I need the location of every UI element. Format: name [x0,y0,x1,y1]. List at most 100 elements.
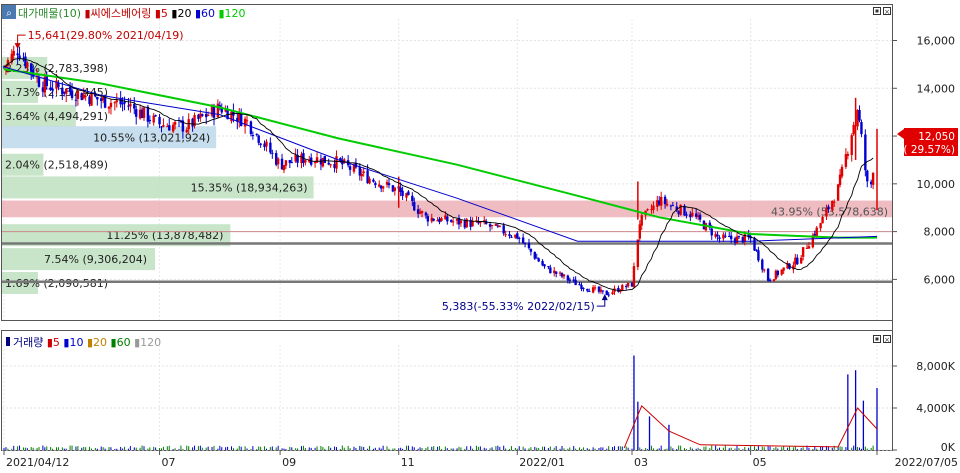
volume-profile-label: 3.64% (4,494,291) [5,110,108,123]
candle-body [844,154,848,167]
legend-item-4: ▮60 [107,336,131,349]
price-tick-label: 16,000 [917,35,956,48]
candle-body [549,267,552,274]
candle-body [123,101,126,104]
candle-body [607,294,610,296]
candle-body [605,290,608,296]
candle-body [671,205,675,207]
candle-body [582,288,585,290]
candle-body [451,221,455,223]
candle-body [763,269,766,271]
candle-body [819,223,822,229]
candle-body [154,115,157,117]
candle-body [646,209,649,211]
candle-body [632,266,636,288]
candle-body [323,155,327,163]
candle-body [37,77,41,87]
candle-body [142,107,146,118]
candle-body [691,212,694,217]
candle-body [498,225,502,227]
candle-body [393,187,397,191]
candle-body [327,162,330,165]
candle-body [566,275,570,281]
candle-body [801,247,805,257]
candle-body [586,288,589,291]
x-tick-label: 2022/01 [519,456,565,469]
candle-body [768,279,772,281]
volume-legend: 거래량 ▮5 ▮10 ▮20 ▮60 ▮120 [6,336,161,349]
candle-body [518,237,521,239]
candle-body [271,152,274,154]
volume-profile-label: 15.35% (18,934,263) [191,181,308,194]
candle-body [187,119,190,130]
minimize-icon-inner [875,337,879,341]
candle-body [90,92,93,106]
candle-body [411,195,414,202]
candle-body [329,164,332,166]
candle-body [588,290,591,292]
candle-body [146,106,150,122]
candle-body [479,222,482,224]
price-tick-label: 8,000 [924,226,956,239]
high-annotation-label: 15,641(29.80% 2021/04/19) [28,29,184,42]
candle-body [638,224,641,239]
candle-body [282,165,286,171]
candle-body [446,216,449,222]
candle-body [510,236,513,238]
candle-body [276,158,280,165]
candle-body [158,116,161,125]
candle-body [315,157,319,163]
candle-body [160,126,163,128]
candle-body [665,203,669,206]
candle-body [440,218,443,222]
low-annotation-label: 5,383(-55.33% 2022/02/15) [442,300,595,313]
volume-profile-label: 2.23% (2,783,398) [5,62,108,75]
candle-body [135,109,138,117]
x-tick-label: 07 [162,456,176,469]
candle-body [659,196,663,206]
candle-body [840,166,844,177]
candle-body [593,287,597,289]
volume-profile-label: 7.54% (9,306,204) [44,253,147,266]
candle-body [850,135,853,155]
candle-body [265,141,268,147]
candle-body [574,279,577,286]
candle-body [516,233,519,239]
candle-body [527,242,531,249]
candle-body [537,258,540,262]
chart-svg: ⌕ 대가매물(10) ▮씨에스베어링 ▮5 ▮20 ▮60 ▮120 × 거래량… [1,4,958,469]
candle-body [76,90,80,99]
candle-body [162,125,165,127]
candle-body [148,119,152,122]
candle-body [710,228,713,236]
legend-item-3: ▮20 [83,336,107,349]
candle-body [290,162,293,164]
price-tick-label: 10,000 [917,178,956,191]
candle-body [26,62,29,68]
candle-body [502,225,505,234]
candle-body [836,184,840,201]
candle-body [753,237,756,251]
candle-body [206,114,210,116]
candle-body [362,171,365,173]
price-legend: ⌕ 대가매물(10) ▮씨에스베어링 ▮5 ▮20 ▮60 ▮120 [2,5,246,20]
candle-body [663,196,667,205]
candle-body [269,142,272,153]
candle-body [776,270,780,275]
candle-body [368,178,371,184]
candle-body [698,214,702,220]
candle-body [65,88,68,94]
x-axis: 2021/04/12 07 09 11 2022/01 03 05 2022/07/05 [3,450,958,469]
candle-body [782,267,785,271]
candle-body [729,235,733,240]
candle-body [724,235,727,237]
price-tick-label: 14,000 [917,82,956,95]
legend-item-0: 거래량 [13,336,43,349]
candle-body [543,264,546,267]
candle-body [521,237,525,244]
candle-body [636,239,640,267]
candle-body [413,201,416,211]
current-price-tag-pointer [897,129,904,139]
candle-body [133,104,136,109]
legend-item-1: ▮씨에스베어링 [81,7,151,20]
